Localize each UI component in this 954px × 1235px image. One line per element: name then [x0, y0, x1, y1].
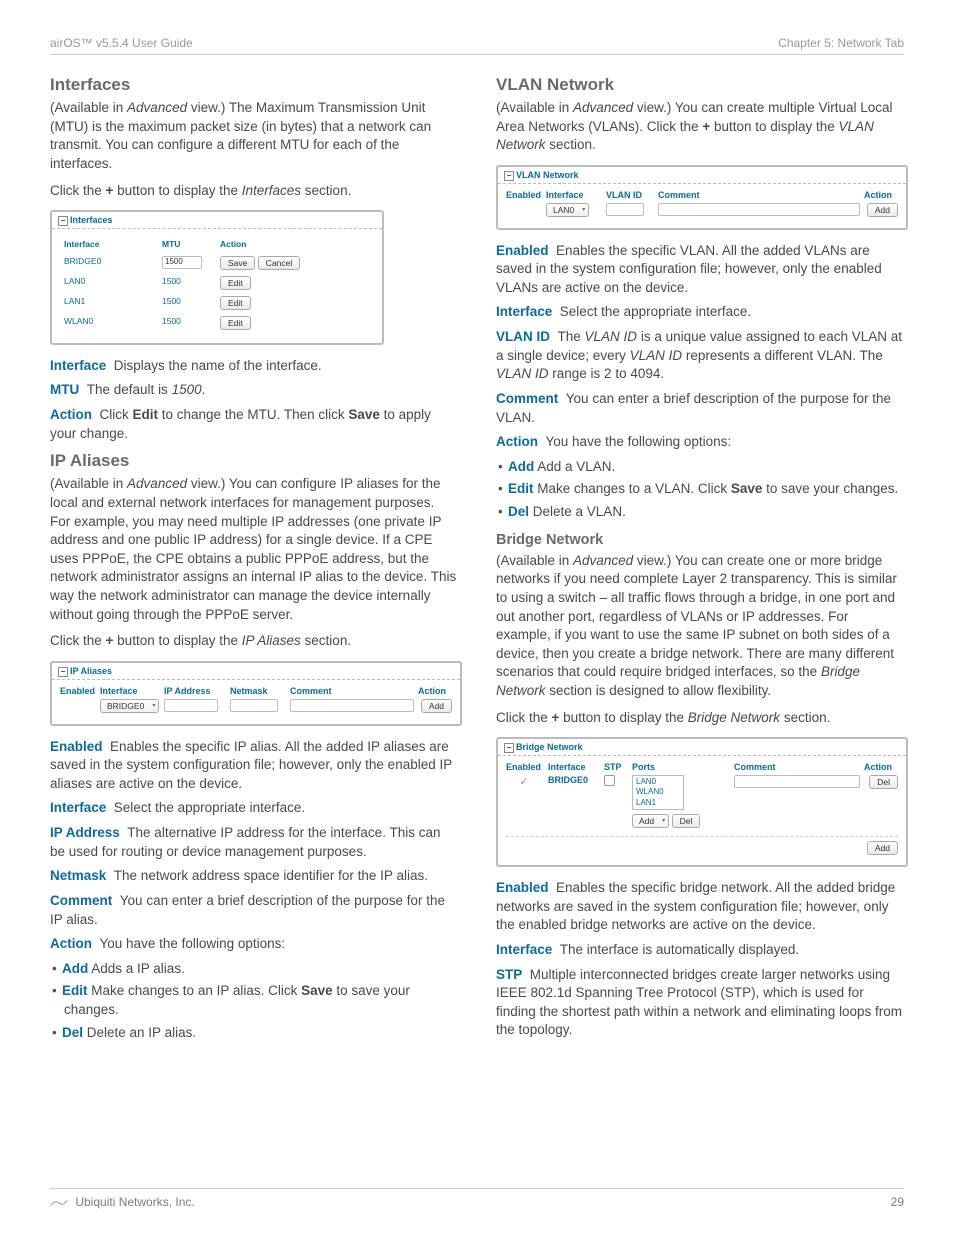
vlan-id-input[interactable]	[606, 203, 644, 216]
header-left: airOS™ v5.5.4 User Guide	[50, 36, 193, 50]
list-item: Del Delete an IP alias.	[64, 1024, 458, 1043]
right-column: VLAN Network (Available in Advanced view…	[496, 67, 904, 1050]
port-select[interactable]: Add	[632, 814, 669, 828]
def-ip-interface: Interface Select the appropriate interfa…	[50, 799, 458, 818]
cancel-button[interactable]: Cancel	[258, 256, 300, 270]
collapse-icon[interactable]: −	[58, 216, 68, 226]
check-icon: ✓	[519, 776, 528, 788]
comment-input[interactable]	[734, 775, 860, 788]
vlan-screenshot: −VLAN Network Enabled Interface VLAN ID …	[496, 165, 908, 230]
interface-select[interactable]: BRIDGE0	[100, 699, 159, 713]
table-row: LAN0 1500 Edit	[60, 273, 374, 293]
save-button[interactable]: Save	[220, 256, 255, 270]
footer-company: Ubiquiti Networks, Inc.	[75, 1195, 194, 1209]
add-button[interactable]: Add	[867, 203, 898, 217]
def-ip-netmask: Netmask The network address space identi…	[50, 867, 458, 886]
def-vlan-id: VLAN ID The VLAN ID is a unique value as…	[496, 328, 904, 384]
stp-checkbox[interactable]	[604, 775, 615, 786]
def-ip-enabled: Enabled Enables the specific IP alias. A…	[50, 738, 458, 794]
logo-icon	[50, 1198, 68, 1208]
edit-button[interactable]: Edit	[220, 276, 251, 290]
add-button[interactable]: Add	[867, 841, 898, 855]
def-interface: Interface Displays the name of the inter…	[50, 357, 458, 376]
def-vlan-enabled: Enabled Enables the specific VLAN. All t…	[496, 242, 904, 298]
netmask-input[interactable]	[230, 699, 278, 712]
list-item: Edit Make changes to a VLAN. Click Save …	[510, 480, 904, 499]
table-row: WLAN0 1500 Edit	[60, 313, 374, 333]
def-br-enabled: Enabled Enables the specific bridge netw…	[496, 879, 904, 935]
def-mtu: MTU The default is 1500.	[50, 381, 458, 400]
def-ip-address: IP Address The alternative IP address fo…	[50, 824, 458, 861]
page-header: airOS™ v5.5.4 User Guide Chapter 5: Netw…	[50, 36, 904, 55]
table-row: LAN1 1500 Edit	[60, 293, 374, 313]
interface-select[interactable]: LAN0	[546, 203, 589, 217]
del-button[interactable]: Del	[672, 814, 701, 828]
list-item: Add Adds a IP alias.	[64, 960, 458, 979]
heading-ip-aliases: IP Aliases	[50, 451, 458, 471]
heading-vlan: VLAN Network	[496, 75, 904, 95]
def-br-interface: Interface The interface is automatically…	[496, 941, 904, 960]
ip-input[interactable]	[164, 699, 218, 712]
def-ip-action: Action You have the following options:	[50, 935, 458, 954]
table-row: BRIDGE0 1500 Save Cancel	[60, 253, 374, 273]
list-item: Del Delete a VLAN.	[510, 503, 904, 522]
page-footer: Ubiquiti Networks, Inc. 29	[50, 1188, 904, 1209]
edit-button[interactable]: Edit	[220, 316, 251, 330]
def-vlan-interface: Interface Select the appropriate interfa…	[496, 303, 904, 322]
bridge-para-2: Click the + button to display the Bridge…	[496, 709, 904, 728]
edit-button[interactable]: Edit	[220, 296, 251, 310]
interfaces-para-1: (Available in Advanced view.) The Maximu…	[50, 99, 458, 174]
def-br-stp: STP Multiple interconnected bridges crea…	[496, 966, 904, 1041]
header-right: Chapter 5: Network Tab	[778, 36, 904, 50]
interfaces-para-2: Click the + button to display the Interf…	[50, 182, 458, 201]
comment-input[interactable]	[658, 203, 860, 216]
def-vlan-comment: Comment You can enter a brief descriptio…	[496, 390, 904, 427]
collapse-icon[interactable]: −	[58, 667, 68, 677]
page-number: 29	[891, 1195, 904, 1209]
list-item: Add Add a VLAN.	[510, 458, 904, 477]
ip-aliases-screenshot: −IP Aliases Enabled Interface IP Address…	[50, 661, 462, 726]
add-button[interactable]: Add	[421, 699, 452, 713]
collapse-icon[interactable]: −	[504, 743, 514, 753]
vlan-para-1: (Available in Advanced view.) You can cr…	[496, 99, 904, 155]
ports-listbox[interactable]: LAN0 WLAN0 LAN1	[632, 775, 684, 810]
def-vlan-action: Action You have the following options:	[496, 433, 904, 452]
bridge-screenshot: −Bridge Network Enabled Interface STP Po…	[496, 737, 908, 867]
del-button[interactable]: Del	[869, 775, 898, 789]
left-column: Interfaces (Available in Advanced view.)…	[50, 67, 458, 1050]
ip-aliases-para-1: (Available in Advanced view.) You can co…	[50, 475, 458, 624]
list-item: Edit Make changes to an IP alias. Click …	[64, 982, 458, 1019]
comment-input[interactable]	[290, 699, 414, 712]
bridge-para-1: (Available in Advanced view.) You can cr…	[496, 552, 904, 701]
def-action: Action Click Edit to change the MTU. The…	[50, 406, 458, 443]
def-ip-comment: Comment You can enter a brief descriptio…	[50, 892, 458, 929]
ip-aliases-para-2: Click the + button to display the IP Ali…	[50, 632, 458, 651]
interfaces-screenshot: −Interfaces Interface MTU Action BRIDGE0…	[50, 210, 384, 345]
heading-bridge: Bridge Network	[496, 532, 904, 548]
collapse-icon[interactable]: −	[504, 171, 514, 181]
heading-interfaces: Interfaces	[50, 75, 458, 95]
